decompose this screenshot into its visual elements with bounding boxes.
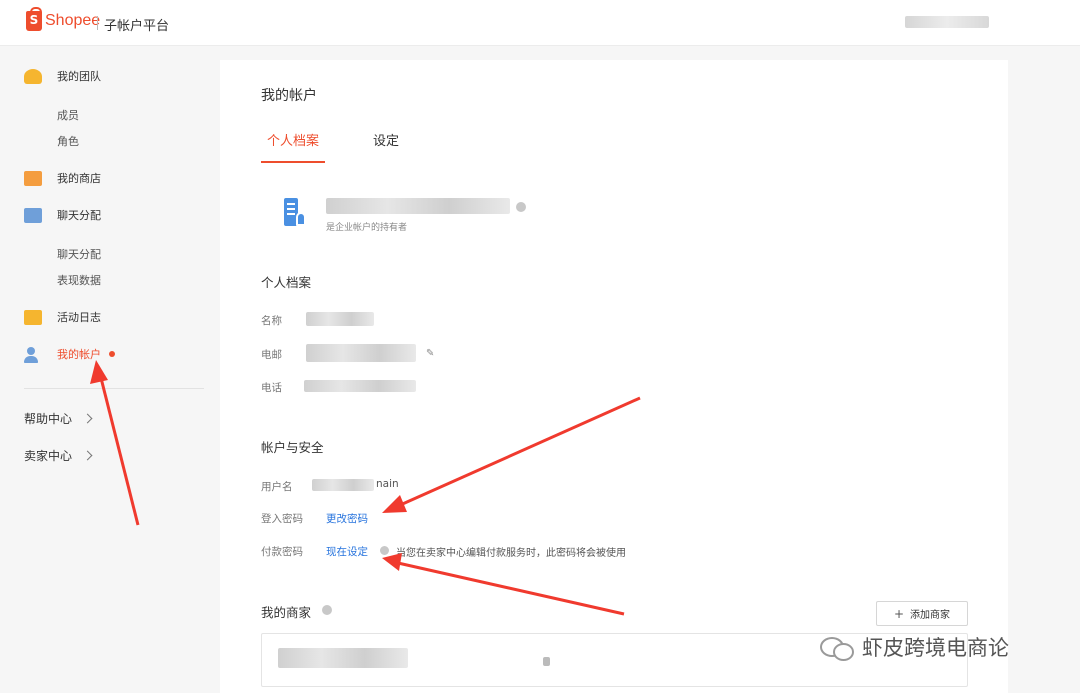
sidebar-item-activity-log[interactable]: 活动日志 <box>24 307 101 327</box>
watermark: 虾皮跨境电商论 <box>818 632 1009 662</box>
profile-section-title: 个人档案 <box>261 275 312 290</box>
company-name-redacted <box>326 198 510 214</box>
log-icon <box>24 309 42 325</box>
owner-note: 是企业帐户的持有者 <box>326 223 408 233</box>
sidebar-sub-members[interactable]: 成员 <box>57 107 79 123</box>
brand-logo-text[interactable]: Shopee <box>45 12 100 30</box>
lock-icon <box>543 657 550 666</box>
sidebar-link-label: 卖家中心 <box>24 449 73 463</box>
sidebar-sub-chat-assign[interactable]: 聊天分配 <box>57 246 101 262</box>
username-value-redacted <box>312 479 374 491</box>
merchant-name-redacted <box>278 648 408 668</box>
sidebar-item-label: 活动日志 <box>57 311 101 324</box>
payment-password-label: 付款密码 <box>261 546 303 558</box>
add-merchant-button[interactable]: + 添加商家 <box>876 601 968 626</box>
merchants-section-title: 我的商家 <box>261 605 312 620</box>
email-value-redacted <box>306 344 416 362</box>
info-icon <box>380 546 389 555</box>
notification-dot <box>109 351 115 357</box>
sidebar-link-seller-center[interactable]: 卖家中心 <box>24 447 93 464</box>
page-title: 我的帐户 <box>261 88 317 104</box>
login-password-label: 登入密码 <box>261 513 303 525</box>
change-password-link[interactable]: 更改密码 <box>326 511 368 526</box>
tab-settings[interactable]: 设定 <box>373 130 399 161</box>
team-icon <box>24 68 42 84</box>
username-label: 用户名 <box>261 481 293 493</box>
company-account-icon <box>284 198 306 226</box>
chevron-right-icon <box>82 450 93 461</box>
tab-profile[interactable]: 个人档案 <box>261 130 326 163</box>
top-header: S Shopee 子帐户平台 <box>0 0 1080 46</box>
user-menu-redacted[interactable] <box>905 16 989 28</box>
security-section-title: 帐户与安全 <box>261 440 324 455</box>
wechat-logo-icon <box>818 633 854 661</box>
sidebar-item-my-team[interactable]: 我的团队 <box>24 66 101 86</box>
sidebar-item-my-shop[interactable]: 我的商店 <box>24 168 101 188</box>
name-label: 名称 <box>261 315 282 327</box>
chat-icon <box>24 207 42 223</box>
sidebar-item-my-account[interactable]: 我的帐户 <box>24 344 115 364</box>
email-label: 电邮 <box>261 349 282 361</box>
phone-label: 电话 <box>261 382 282 394</box>
sidebar-item-label: 我的商店 <box>57 172 101 185</box>
main-panel: 我的帐户 个人档案 设定 是企业帐户的持有者 个人档案 名称 电邮 ✎ 电话 帐… <box>220 60 1008 693</box>
sidebar-sub-performance[interactable]: 表现数据 <box>57 272 101 288</box>
watermark-text: 虾皮跨境电商论 <box>862 636 1009 660</box>
sidebar-divider <box>24 388 204 389</box>
chevron-right-icon <box>82 413 93 424</box>
add-merchant-label: 添加商家 <box>910 610 951 621</box>
sidebar-item-chat-assign[interactable]: 聊天分配 <box>24 205 101 225</box>
header-divider <box>97 16 98 30</box>
set-payment-password-link[interactable]: 现在设定 <box>326 544 368 559</box>
help-icon[interactable] <box>516 202 526 212</box>
sidebar-item-label: 我的团队 <box>57 70 101 83</box>
edit-pencil-icon[interactable]: ✎ <box>426 348 434 359</box>
logo-mark: S <box>29 13 39 27</box>
person-shape <box>296 212 306 226</box>
help-icon[interactable] <box>322 605 332 615</box>
sidebar-sub-roles[interactable]: 角色 <box>57 133 79 149</box>
name-value-redacted <box>306 312 374 326</box>
phone-value-redacted <box>304 380 416 392</box>
sidebar: 我的团队 成员 角色 我的商店 聊天分配 聊天分配 表现数据 活动日志 我的帐户… <box>0 46 220 693</box>
payment-password-hint: 当您在卖家中心编辑付款服务时，此密码将会被使用 <box>396 548 626 559</box>
sidebar-link-label: 帮助中心 <box>24 412 73 426</box>
account-icon <box>24 346 42 363</box>
username-visible-suffix: nain <box>376 478 399 490</box>
sidebar-item-label: 聊天分配 <box>57 209 101 222</box>
sidebar-link-help-center[interactable]: 帮助中心 <box>24 410 93 427</box>
sidebar-item-label: 我的帐户 <box>57 348 101 361</box>
shop-icon <box>24 170 42 186</box>
shopee-bag-icon[interactable]: S <box>26 7 42 31</box>
platform-title: 子帐户平台 <box>104 19 170 34</box>
plus-icon: + <box>893 606 905 621</box>
